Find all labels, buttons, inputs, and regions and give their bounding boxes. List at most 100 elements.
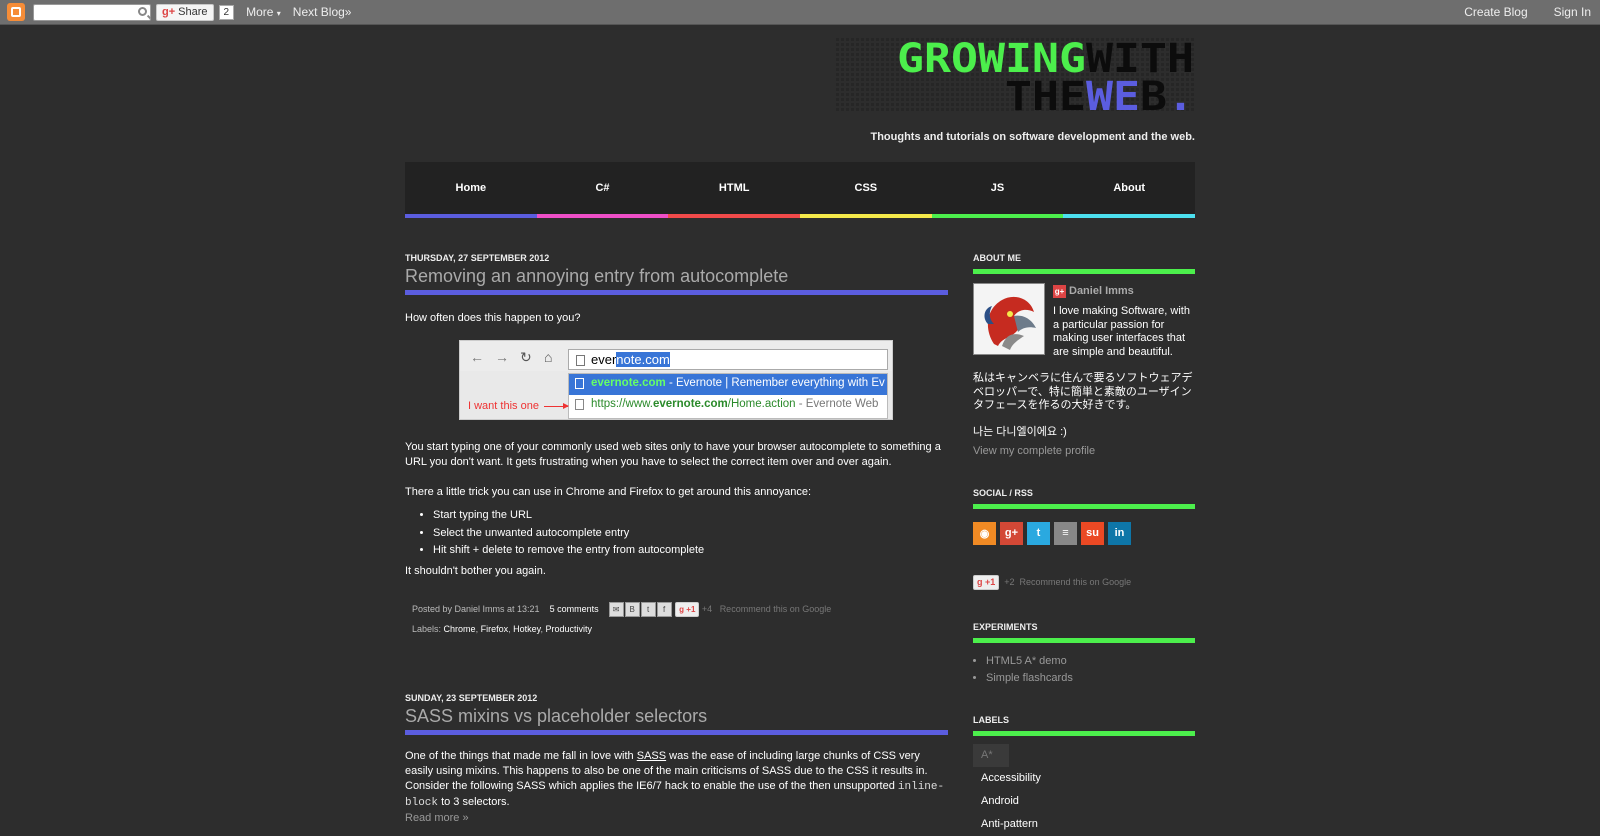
reload-icon: ↻	[520, 349, 532, 365]
labels-list: A* Accessibility Android Anti-pattern	[973, 743, 1195, 836]
label-link[interactable]: Android	[973, 790, 1195, 813]
share-count: 2	[218, 4, 235, 20]
blogger-logo-icon[interactable]	[7, 3, 25, 21]
more-menu-button[interactable]: More ▾	[246, 5, 281, 19]
post-paragraph: You start typing one of your commonly us…	[405, 441, 941, 468]
recommend-text: Recommend this on Google	[719, 603, 832, 614]
post-title[interactable]: SASS mixins vs placeholder selectors	[405, 706, 948, 735]
plus-one-count: +4	[701, 603, 713, 614]
tab-home[interactable]: Home	[405, 162, 537, 218]
social-title: SOCIAL / RSS	[973, 488, 1195, 509]
twitter-icon[interactable]: t	[640, 601, 656, 617]
address-bar: evernote.com	[568, 349, 888, 370]
annotation-note: I want this one	[468, 400, 539, 412]
tab-html[interactable]: HTML	[668, 162, 801, 218]
plus-one-button[interactable]: g +1	[675, 601, 700, 617]
autocomplete-screenshot: ← → ↻ ⌂ evernote.com evernote.com - Ever…	[459, 340, 893, 420]
experiments-title: EXPERIMENTS	[973, 622, 1195, 643]
about-text: I love making Software, with a particula…	[1053, 305, 1190, 358]
tab-js[interactable]: JS	[931, 162, 1064, 218]
griffin-avatar-icon	[974, 284, 1044, 354]
label-link[interactable]: Hotkey	[513, 624, 540, 634]
read-more-link[interactable]: Read more »	[405, 811, 948, 826]
email-icon[interactable]: ✉	[608, 601, 624, 617]
comments-link[interactable]: 5 comments	[550, 604, 599, 614]
about-text-korean: 나는 다니엘이에요 :)	[973, 425, 1067, 438]
autocomplete-row: evernote.com - Evernote | Remember every…	[569, 374, 887, 395]
sass-link[interactable]: SASS	[637, 750, 666, 762]
page-icon	[575, 399, 584, 410]
main-nav-tabs: Home C# HTML CSS JS About	[405, 162, 1196, 218]
facebook-icon[interactable]: f	[656, 601, 672, 617]
tab-about[interactable]: About	[1063, 162, 1196, 218]
blog-title-logo[interactable]: GROWINGWITHTHEWEB.	[836, 36, 1196, 114]
plus-one-widget: g +1 +2 Recommend this on Google	[973, 574, 1195, 590]
home-icon: ⌂	[544, 349, 553, 365]
forward-icon: →	[495, 349, 509, 365]
main-column: THURSDAY, 27 SEPTEMBER 2012 Removing an …	[405, 240, 948, 826]
list-item: Hit shift + delete to remove the entry f…	[433, 542, 948, 560]
plus-one-count: +2	[1004, 577, 1015, 587]
post-labels: Labels: Chrome, Firefox, Hotkey, Product…	[412, 623, 592, 634]
page-icon	[576, 355, 585, 366]
browser-toolbar: ← → ↻ ⌂ evernote.com	[460, 341, 892, 371]
post-footer: Posted by Daniel Imms at 13:21 5 comment…	[405, 599, 948, 639]
tab-css[interactable]: CSS	[800, 162, 932, 218]
post-paragraph: It shouldn't bother you again.	[405, 564, 546, 577]
blog-tagline: Thoughts and tutorials on software devel…	[870, 131, 1195, 143]
label-link[interactable]: Accessibility	[973, 767, 1195, 790]
linkedin-icon[interactable]: in	[1108, 521, 1131, 545]
label-link[interactable]: A*	[973, 743, 1009, 767]
blogthis-icon[interactable]: B	[624, 601, 640, 617]
profile-name-link[interactable]: g+ Daniel Imms	[1053, 285, 1134, 298]
google-plus-icon: g+	[1053, 285, 1066, 298]
search-icon[interactable]	[138, 6, 147, 16]
recommend-text: Recommend this on Google	[1019, 577, 1132, 587]
share-button[interactable]: g+ Share	[156, 3, 214, 21]
svg-text:THEWEB.: THEWEB.	[1005, 74, 1194, 114]
google-plus-icon: g	[977, 576, 985, 587]
social-icons: ◉ g+ t ≡ su in	[973, 521, 1195, 545]
google-plus-icon[interactable]: g+	[1000, 521, 1023, 545]
list-item: Select the unwanted autocomplete entry	[433, 525, 948, 543]
labels-title: LABELS	[973, 715, 1195, 736]
label-link[interactable]: Chrome	[444, 624, 476, 634]
about-me-widget: g+ Daniel Imms I love making Software, wi…	[973, 283, 1195, 358]
post-author-time: Posted by Daniel Imms at 13:21	[412, 603, 540, 614]
autocomplete-row: https://www.evernote.com/Home.action - E…	[569, 395, 887, 416]
plus-one-button[interactable]: g +1	[973, 574, 1000, 590]
post-date: SUNDAY, 23 SEPTEMBER 2012	[405, 692, 538, 703]
twitter-icon[interactable]: t	[1027, 521, 1050, 545]
back-icon: ←	[470, 349, 484, 365]
tab-csharp[interactable]: C#	[536, 162, 669, 218]
label-link[interactable]: Productivity	[545, 624, 592, 634]
about-text-japanese: 私はキャンベラに住んで要るソフトウェアデベロッパーで、特に簡単と素敵のユーザイン…	[973, 372, 1193, 411]
arrow-icon	[544, 403, 569, 409]
post-paragraph: There a little trick you can use in Chro…	[405, 486, 811, 498]
blogger-navbar: g+ Share 2 More ▾ Next Blog» Create Blog …	[0, 0, 1600, 25]
stumbleupon-icon[interactable]: su	[1081, 521, 1104, 545]
next-blog-link[interactable]: Next Blog»	[293, 5, 352, 19]
about-me-title: ABOUT ME	[973, 253, 1195, 274]
post-date: THURSDAY, 27 SEPTEMBER 2012	[405, 253, 550, 263]
create-blog-link[interactable]: Create Blog	[1464, 5, 1527, 19]
page-icon	[575, 378, 584, 389]
sign-in-link[interactable]: Sign In	[1554, 5, 1591, 19]
post-title[interactable]: Removing an annoying entry from autocomp…	[405, 266, 948, 295]
label-link[interactable]: Anti-pattern	[973, 813, 1195, 836]
autocomplete-dropdown: evernote.com - Evernote | Remember every…	[568, 373, 888, 419]
list-item: Start typing the URL	[433, 507, 948, 525]
experiments-list: HTML5 A* demo Simple flashcards	[986, 653, 1195, 687]
sidebar: ABOUT ME g+ Daniel Imms I love making Sof…	[973, 240, 1195, 836]
stackoverflow-icon[interactable]: ≡	[1054, 521, 1077, 545]
avatar[interactable]	[973, 283, 1045, 355]
search-input[interactable]	[33, 3, 151, 21]
experiment-link[interactable]: Simple flashcards	[986, 670, 1195, 687]
label-link[interactable]: Firefox	[481, 624, 509, 634]
post-paragraph: One of the things that made me fall in l…	[405, 749, 945, 809]
view-profile-link[interactable]: View my complete profile	[973, 445, 1195, 457]
google-plus-icon: g+	[162, 6, 176, 18]
chevron-down-icon: ▾	[276, 9, 281, 18]
rss-icon[interactable]: ◉	[973, 521, 996, 545]
experiment-link[interactable]: HTML5 A* demo	[986, 653, 1195, 670]
